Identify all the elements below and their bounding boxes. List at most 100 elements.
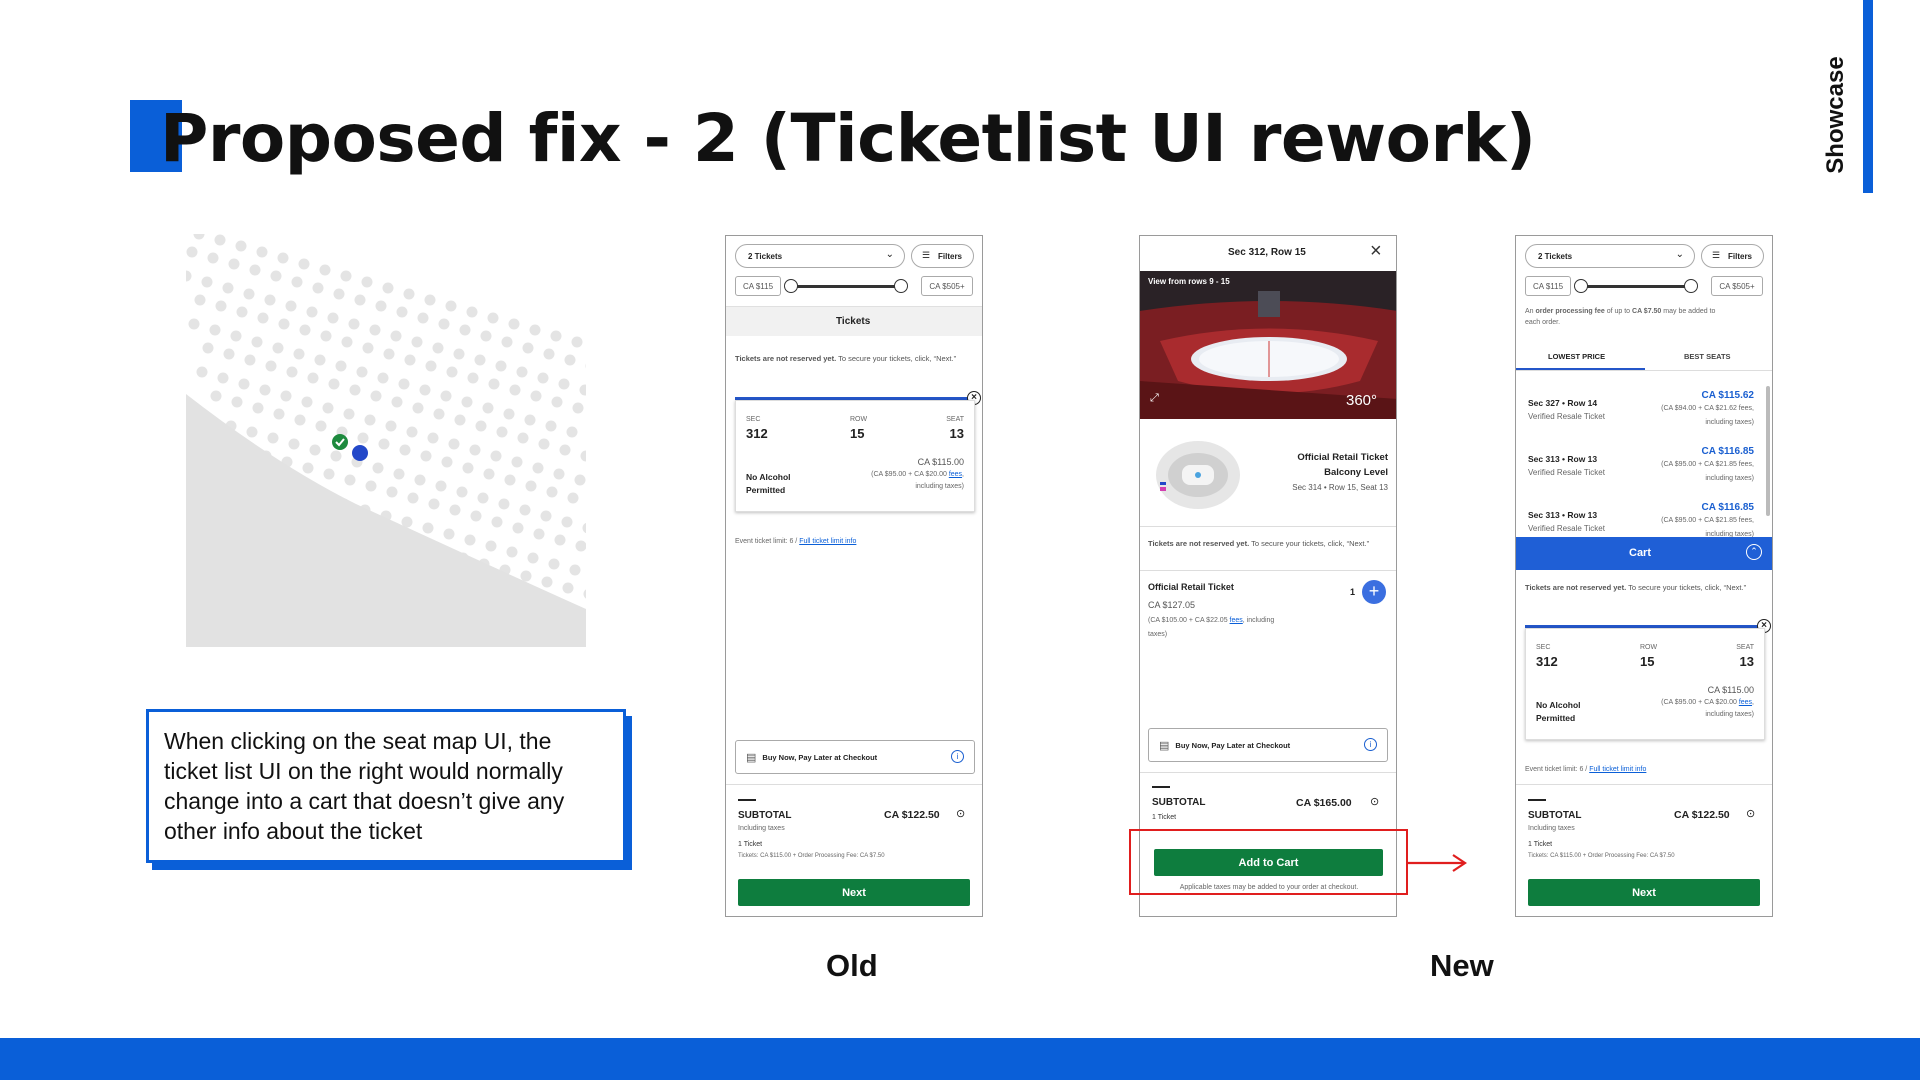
seat[interactable] [386, 486, 398, 498]
quantity-select[interactable]: 2 Tickets ⌄ [735, 244, 905, 268]
seat[interactable] [571, 336, 583, 348]
filters-button[interactable]: ☰ Filters [911, 244, 974, 268]
seat[interactable] [527, 552, 539, 564]
seat[interactable] [506, 546, 518, 558]
close-icon[interactable]: × [1370, 240, 1382, 263]
subtotal-toggle-icon[interactable]: ⊙ [1370, 795, 1379, 808]
seat[interactable] [201, 276, 213, 288]
seat[interactable] [412, 402, 424, 414]
seat[interactable] [188, 318, 200, 330]
seat[interactable] [501, 336, 513, 348]
seat[interactable] [328, 378, 340, 390]
seat[interactable] [288, 438, 300, 450]
price-range-slider[interactable] [1580, 285, 1690, 288]
seat[interactable] [456, 486, 468, 498]
seat[interactable] [538, 438, 550, 450]
price-range-slider[interactable] [790, 285, 900, 288]
price-min-field[interactable]: CA $115 [735, 276, 781, 296]
price-max-field[interactable]: CA $505+ [921, 276, 973, 296]
slider-handle-min[interactable] [784, 279, 798, 293]
seat[interactable] [398, 378, 410, 390]
seat[interactable] [385, 420, 397, 432]
filters-button[interactable]: ☰ Filters [1701, 244, 1764, 268]
seat[interactable] [265, 360, 277, 372]
seat[interactable] [315, 420, 327, 432]
seat[interactable] [364, 414, 376, 426]
seat[interactable] [491, 516, 503, 528]
seat[interactable] [441, 456, 453, 468]
seat[interactable] [223, 348, 235, 360]
drag-handle[interactable] [738, 799, 756, 801]
seat[interactable] [561, 516, 573, 528]
seat[interactable] [369, 324, 381, 336]
seat[interactable] [422, 522, 434, 534]
seat[interactable] [277, 252, 289, 264]
seat[interactable] [302, 462, 314, 474]
next-button[interactable]: Next [1528, 879, 1760, 906]
seat[interactable] [440, 390, 452, 402]
collapse-chevron-icon[interactable]: ⌃ [1746, 544, 1762, 560]
subtotal-toggle-icon[interactable]: ⊙ [1746, 807, 1755, 820]
seat[interactable] [582, 522, 587, 534]
seat[interactable] [462, 462, 474, 474]
seat[interactable] [194, 294, 206, 306]
seat[interactable] [210, 390, 222, 402]
next-button[interactable]: Next [738, 879, 970, 906]
seat[interactable] [186, 270, 192, 282]
seat[interactable] [354, 294, 366, 306]
seat[interactable] [474, 354, 486, 366]
seat[interactable] [356, 366, 368, 378]
seat[interactable] [228, 258, 240, 270]
seat[interactable] [475, 420, 487, 432]
seat[interactable] [562, 582, 574, 594]
tab-best-seats[interactable]: BEST SEATS [1684, 352, 1731, 361]
seat[interactable] [496, 426, 508, 438]
seat[interactable] [420, 450, 432, 462]
seat[interactable] [433, 408, 445, 420]
seat[interactable] [546, 486, 558, 498]
seat[interactable] [467, 372, 479, 384]
seat[interactable] [244, 354, 256, 366]
seat[interactable] [214, 234, 226, 246]
listing-scrollbar[interactable] [1766, 386, 1770, 516]
seat[interactable] [278, 318, 290, 330]
seat[interactable] [377, 372, 389, 384]
seat[interactable] [372, 462, 384, 474]
seat[interactable] [215, 300, 227, 312]
seat[interactable] [231, 396, 243, 408]
seat[interactable] [554, 534, 566, 546]
subtotal-toggle-icon[interactable]: ⊙ [956, 807, 965, 820]
seat[interactable] [461, 396, 473, 408]
seat[interactable] [309, 444, 321, 456]
seat[interactable] [207, 252, 219, 264]
seat[interactable] [407, 492, 419, 504]
seat[interactable] [307, 372, 319, 384]
info-icon[interactable]: i [951, 750, 964, 763]
seat[interactable] [580, 450, 587, 462]
seat[interactable] [569, 564, 581, 576]
seat[interactable] [391, 396, 403, 408]
seat[interactable] [532, 462, 544, 474]
seat[interactable] [344, 474, 356, 486]
seat[interactable] [403, 288, 415, 300]
seat[interactable] [432, 342, 444, 354]
seat[interactable] [540, 510, 552, 522]
seat[interactable] [341, 336, 353, 348]
seat[interactable] [298, 258, 310, 270]
seat[interactable] [585, 361, 587, 372]
seat[interactable] [264, 294, 276, 306]
seat[interactable] [259, 384, 271, 396]
seat[interactable] [516, 366, 528, 378]
seat[interactable] [424, 294, 436, 306]
seat[interactable] [293, 348, 305, 360]
selected-seat-check-icon[interactable] [332, 434, 348, 450]
seat[interactable] [362, 342, 374, 354]
seat[interactable] [361, 276, 373, 288]
tab-lowest-price[interactable]: LOWEST PRICE [1548, 352, 1605, 361]
seat[interactable] [564, 354, 576, 366]
slider-handle-max[interactable] [1684, 279, 1698, 293]
seat[interactable] [390, 330, 402, 342]
seat[interactable] [235, 240, 247, 252]
selected-seat[interactable] [352, 445, 368, 461]
seat[interactable] [343, 408, 355, 420]
